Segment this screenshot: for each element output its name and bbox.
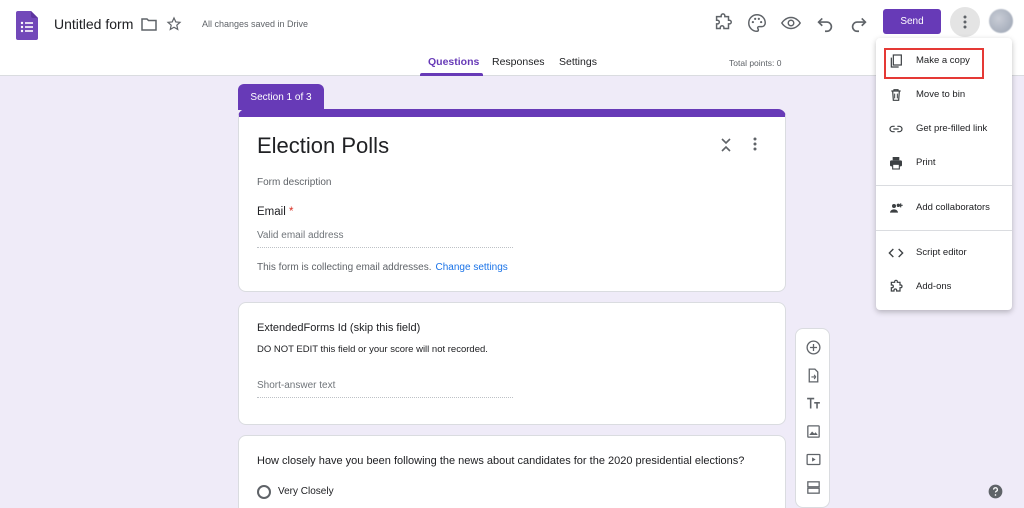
collect-note-text: This form is collecting email addresses. (257, 262, 432, 273)
print-icon (888, 155, 904, 171)
link-icon (888, 121, 904, 137)
form-title-field[interactable]: Untitled form (54, 16, 133, 32)
import-questions-icon[interactable] (805, 367, 822, 384)
forms-logo-icon[interactable] (16, 11, 38, 40)
radio-option-label[interactable]: Very Closely (278, 486, 334, 497)
menu-item-get-pre-filled-link[interactable]: Get pre-filled link (876, 115, 1012, 143)
preview-eye-icon[interactable] (780, 12, 802, 34)
tab-settings[interactable]: Settings (559, 56, 597, 68)
add-video-icon[interactable] (805, 451, 822, 468)
more-options-button[interactable] (950, 7, 980, 37)
radio-button[interactable] (257, 485, 271, 499)
question-title[interactable]: How closely have you been following the … (257, 455, 744, 467)
folder-icon[interactable] (141, 17, 157, 31)
add-title-icon[interactable] (805, 395, 822, 412)
add-people-icon (888, 200, 904, 216)
total-points: Total points: 0 (729, 58, 782, 68)
menu-item-label: Move to bin (916, 89, 966, 100)
menu-item-label: Add collaborators (916, 202, 990, 213)
active-tab-indicator (420, 73, 483, 76)
trash-icon (888, 87, 904, 103)
menu-item-add-collaborators[interactable]: Add collaborators (876, 194, 1012, 222)
menu-item-label: Get pre-filled link (916, 123, 988, 134)
add-question-icon[interactable] (805, 339, 822, 356)
menu-item-label: Script editor (916, 247, 967, 258)
section-more-vert-icon[interactable] (753, 137, 757, 151)
top-bar: Untitled form All changes saved in Drive… (0, 0, 1024, 76)
menu-item-label: Add-ons (916, 281, 952, 292)
required-asterisk: * (288, 206, 294, 218)
section-tab: Section 1 of 3 (238, 84, 324, 110)
question-description[interactable]: DO NOT EDIT this field or your score wil… (257, 344, 488, 355)
add-section-icon[interactable] (805, 479, 822, 496)
question-title[interactable]: ExtendedForms Id (skip this field) (257, 322, 420, 334)
menu-item-move-to-bin[interactable]: Move to bin (876, 81, 1012, 109)
menu-divider (876, 185, 1012, 186)
tab-questions[interactable]: Questions (428, 56, 479, 68)
form-description-field[interactable]: Form description (257, 177, 331, 188)
menu-item-print[interactable]: Print (876, 149, 1012, 177)
palette-icon[interactable] (746, 12, 768, 34)
short-answer-field: Short-answer text (257, 380, 513, 398)
code-icon (888, 245, 904, 261)
menu-item-script-editor[interactable]: Script editor (876, 239, 1012, 267)
form-header-card[interactable]: Election Polls Form description Email * … (238, 109, 786, 292)
tab-responses[interactable]: Responses (492, 56, 545, 68)
account-avatar[interactable] (989, 9, 1013, 33)
add-image-icon[interactable] (805, 423, 822, 440)
undo-icon[interactable] (814, 12, 836, 34)
star-icon[interactable] (166, 16, 182, 32)
change-settings-link[interactable]: Change settings (436, 262, 508, 273)
redo-icon[interactable] (848, 12, 870, 34)
email-label-text: Email (257, 206, 286, 218)
help-icon[interactable] (988, 484, 1003, 499)
question-card[interactable]: ExtendedForms Id (skip this field) DO NO… (238, 302, 786, 425)
email-collection-note: This form is collecting email addresses.… (257, 262, 508, 273)
menu-divider (876, 230, 1012, 231)
collapse-section-icon[interactable] (719, 137, 733, 153)
form-heading[interactable]: Election Polls (257, 133, 389, 159)
puzzle-icon (888, 279, 904, 295)
addons-icon[interactable] (712, 12, 734, 34)
more-vert-icon (963, 15, 967, 29)
highlight-annotation-box (884, 48, 984, 79)
menu-item-label: Print (916, 157, 936, 168)
question-toolbar (795, 328, 830, 508)
question-card[interactable]: How closely have you been following the … (238, 435, 786, 508)
email-label: Email * (257, 206, 293, 218)
send-button[interactable]: Send (883, 9, 941, 34)
save-status: All changes saved in Drive (202, 19, 309, 29)
menu-item-add-ons[interactable]: Add-ons (876, 273, 1012, 301)
email-field[interactable]: Valid email address (257, 230, 513, 248)
